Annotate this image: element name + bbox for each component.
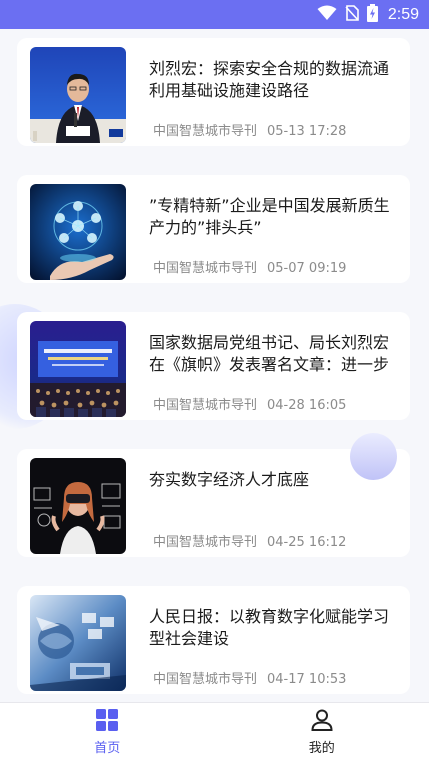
- article-source: 中国智慧城市导刊: [153, 261, 258, 276]
- article-card[interactable]: ”专精特新”企业是中国发展新质生产力的”排头兵” 中国智慧城市导刊 05-07 0…: [17, 175, 410, 283]
- bottom-nav: 首页 我的: [0, 702, 429, 762]
- article-thumbnail: [30, 458, 126, 554]
- nav-profile-label: 我的: [308, 741, 335, 756]
- article-date: 04-25 16:12: [267, 535, 347, 550]
- article-title[interactable]: ”专精特新”企业是中国发展新质生产力的”排头兵”: [149, 195, 401, 239]
- article-date: 04-17 10:53: [267, 672, 347, 687]
- article-meta: 中国智慧城市导刊 05-07 09:19: [153, 257, 346, 276]
- battery-charging-icon: [366, 3, 378, 26]
- article-thumbnail: [30, 184, 126, 280]
- nav-home-label: 首页: [94, 741, 121, 756]
- nav-profile[interactable]: 我的: [215, 703, 429, 762]
- article-title[interactable]: 人民日报：以教育数字化赋能学习型社会建设: [149, 606, 401, 650]
- article-date: 04-28 16:05: [267, 398, 347, 413]
- article-meta: 中国智慧城市导刊 05-13 17:28: [153, 120, 346, 139]
- article-title[interactable]: 刘烈宏：探索安全合规的数据流通利用基础设施建设路径: [149, 58, 401, 102]
- grid-icon: [96, 709, 119, 735]
- article-card[interactable]: 国家数据局党组书记、局长刘烈宏在《旗帜》发表署名文章：进一步 中国智慧城市导刊 0…: [17, 312, 410, 420]
- no-sim-icon: [345, 4, 359, 25]
- article-meta: 中国智慧城市导刊 04-17 10:53: [153, 668, 346, 687]
- article-title[interactable]: 国家数据局党组书记、局长刘烈宏在《旗帜》发表署名文章：进一步: [149, 332, 401, 376]
- status-bar: 2:59: [0, 0, 429, 29]
- nav-home[interactable]: 首页: [0, 703, 215, 762]
- article-date: 05-07 09:19: [267, 261, 347, 276]
- article-date: 05-13 17:28: [267, 124, 347, 139]
- article-source: 中国智慧城市导刊: [153, 535, 258, 550]
- article-card[interactable]: 刘烈宏：探索安全合规的数据流通利用基础设施建设路径 中国智慧城市导刊 05-13 …: [17, 38, 410, 146]
- article-thumbnail: [30, 47, 126, 143]
- article-thumbnail: [30, 595, 126, 691]
- article-source: 中国智慧城市导刊: [153, 124, 258, 139]
- user-icon: [311, 709, 333, 735]
- article-source: 中国智慧城市导刊: [153, 672, 258, 687]
- decorative-bubble: [350, 433, 397, 480]
- article-card[interactable]: 人民日报：以教育数字化赋能学习型社会建设 中国智慧城市导刊 04-17 10:53: [17, 586, 410, 694]
- article-thumbnail: [30, 321, 126, 417]
- article-meta: 中国智慧城市导刊 04-25 16:12: [153, 531, 346, 550]
- article-source: 中国智慧城市导刊: [153, 398, 258, 413]
- wifi-icon: [317, 5, 337, 25]
- article-feed[interactable]: 刘烈宏：探索安全合规的数据流通利用基础设施建设路径 中国智慧城市导刊 05-13 …: [0, 29, 429, 702]
- article-meta: 中国智慧城市导刊 04-28 16:05: [153, 394, 346, 413]
- clock: 2:59: [387, 5, 419, 23]
